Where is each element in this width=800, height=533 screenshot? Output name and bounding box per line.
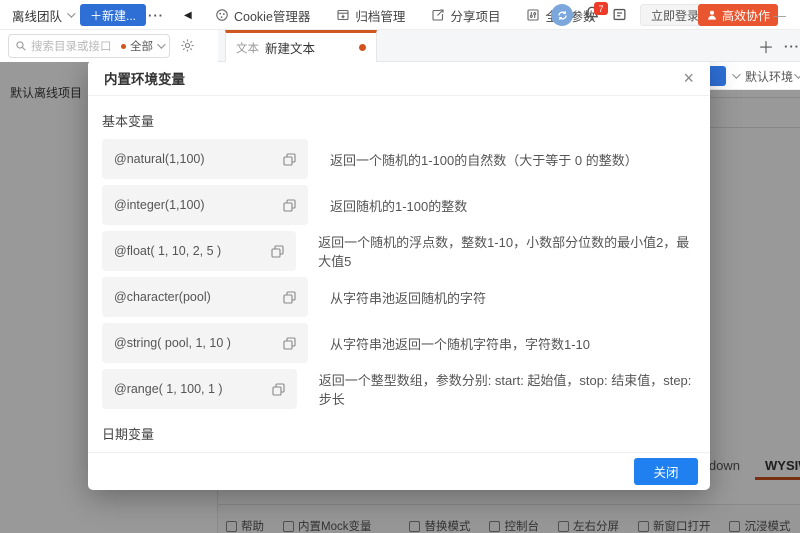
topbar-menu: Cookie管理器 归档管理 分享项目 [215,0,595,30]
sidebar-top: 搜索目录或接口 全部 [0,30,218,62]
filter-dot-icon [121,44,126,49]
archive-icon [336,8,350,22]
search-icon [15,40,27,52]
variable-code: @string( pool, 1, 10 ) [114,336,231,350]
builtin-env-variables-modal: 内置环境变量 × 基本变量 @natural(1,100) 返回一个随机的1-1… [88,60,710,490]
variable-description: 从字符串池返回一个随机字符串，字符数1-10 [330,334,590,353]
tab-title-label: 新建文本 [265,38,353,57]
method-filter-dropdown[interactable]: 全部 [121,38,163,54]
team-selector-label: 离线团队 [12,6,62,25]
variable-code-box: @range( 1, 100, 1 ) [102,369,297,409]
menu-archive-manager[interactable]: 归档管理 [336,6,405,25]
variable-code-box: @natural(1,100) [102,139,308,179]
add-tab-button[interactable]: ＋ [758,30,774,62]
new-button[interactable]: ＋新建... [80,4,146,26]
variable-code-box: @character(pool) [102,277,308,317]
section-basic-variables: 基本变量 [102,111,696,130]
variable-code: @character(pool) [114,290,211,304]
modal-header: 内置环境变量 × [88,60,710,96]
copy-icon[interactable] [283,337,296,350]
variable-description: 返回一个整型数组，参数分别: start: 起始值，stop: 结束值，step… [319,370,696,408]
search-input[interactable]: 搜索目录或接口 全部 [8,34,170,58]
section-date-variables: 日期变量 [102,424,696,443]
variable-description: 返回一个随机的浮点数，整数1-10，小数部分位数的最小值2，最大值5 [318,232,696,270]
variable-description: 返回随机的1-100的整数 [330,196,467,215]
variable-code-box: @integer(1,100) [102,185,308,225]
menu-cookie-manager[interactable]: Cookie管理器 [215,6,310,25]
copy-icon[interactable] [283,291,296,304]
notification-badge: 7 [594,2,608,15]
variable-row: @natural(1,100) 返回一个随机的1-100的自然数（大于等于 0 … [102,139,696,179]
tab-bar: 文本 新建文本 ＋ ··· [218,30,800,62]
chevron-down-icon[interactable] [732,70,740,78]
sidebar-settings[interactable] [180,38,195,58]
variable-code: @float( 1, 10, 2, 5 ) [114,244,221,258]
team-selector[interactable]: 离线团队 [12,0,73,30]
note-icon [612,7,627,22]
menu-share-project-label: 分享项目 [450,6,500,25]
variable-row: @character(pool) 从字符串池返回随机的字符 [102,277,696,317]
variable-code: @integer(1,100) [114,198,205,212]
menu-archive-manager-label: 归档管理 [355,6,405,25]
variable-list: @natural(1,100) 返回一个随机的1-100的自然数（大于等于 0 … [102,139,696,409]
menu-share-project[interactable]: 分享项目 [431,6,500,25]
variable-description: 返回一个随机的1-100的自然数（大于等于 0 的整数） [330,150,638,169]
tab-type-label: 文本 [236,40,259,56]
env-selector[interactable]: 默认环境 [745,68,793,85]
global-params-icon [526,8,540,22]
variable-row: @string( pool, 1, 10 ) 从字符串池返回一个随机字符串，字符… [102,323,696,363]
variable-row: @integer(1,100) 返回随机的1-100的整数 [102,185,696,225]
modal-body: 基本变量 @natural(1,100) 返回一个随机的1-100的自然数（大于… [88,96,710,452]
copy-icon[interactable] [283,153,296,166]
collab-button[interactable]: 高效协作 [698,4,778,26]
cookie-icon [215,8,229,22]
collapse-sidebar-icon[interactable]: ◀ [184,0,192,30]
search-placeholder: 搜索目录或接口 [31,38,117,54]
feedback-button[interactable] [612,7,627,27]
variable-code: @range( 1, 100, 1 ) [114,382,223,396]
top-bar: 离线团队 ＋新建... ··· ◀ Cookie管理器 [0,0,800,30]
collab-button-label: 高效协作 [722,7,770,24]
variable-row: @range( 1, 100, 1 ) 返回一个整型数组，参数分别: start… [102,369,696,409]
modal-title: 内置环境变量 [104,68,683,88]
chevron-down-icon [794,70,800,78]
unsaved-dot-icon [359,44,366,51]
sync-icon [556,9,569,22]
copy-icon[interactable] [272,383,285,396]
variable-row: @float( 1, 10, 2, 5 ) 返回一个随机的浮点数，整数1-10，… [102,231,696,271]
tab-new-text[interactable]: 文本 新建文本 [225,30,377,62]
more-menu-icon[interactable]: ··· [148,0,164,30]
filter-label: 全部 [130,38,153,54]
close-icon[interactable]: × [683,69,694,87]
variable-code: @natural(1,100) [114,152,205,166]
notifications-bell[interactable]: 7 [584,5,604,25]
copy-icon[interactable] [271,245,284,258]
app-window: 离线团队 ＋新建... ··· ◀ Cookie管理器 [0,0,800,533]
user-avatar[interactable] [551,4,573,26]
variable-code-box: @string( pool, 1, 10 ) [102,323,308,363]
close-button[interactable]: 关闭 [634,458,698,485]
menu-cookie-manager-label: Cookie管理器 [234,6,310,25]
share-icon [431,8,445,22]
person-icon [706,9,718,21]
chevron-down-icon [67,9,75,17]
dash-icon: — [773,0,786,30]
variable-code-box: @float( 1, 10, 2, 5 ) [102,231,296,271]
copy-icon[interactable] [283,199,296,212]
gear-icon [180,38,195,53]
variable-description: 从字符串池返回随机的字符 [330,288,486,307]
modal-footer: 关闭 [88,452,710,490]
tab-more-menu[interactable]: ··· [784,30,800,62]
chevron-down-icon [157,40,165,48]
